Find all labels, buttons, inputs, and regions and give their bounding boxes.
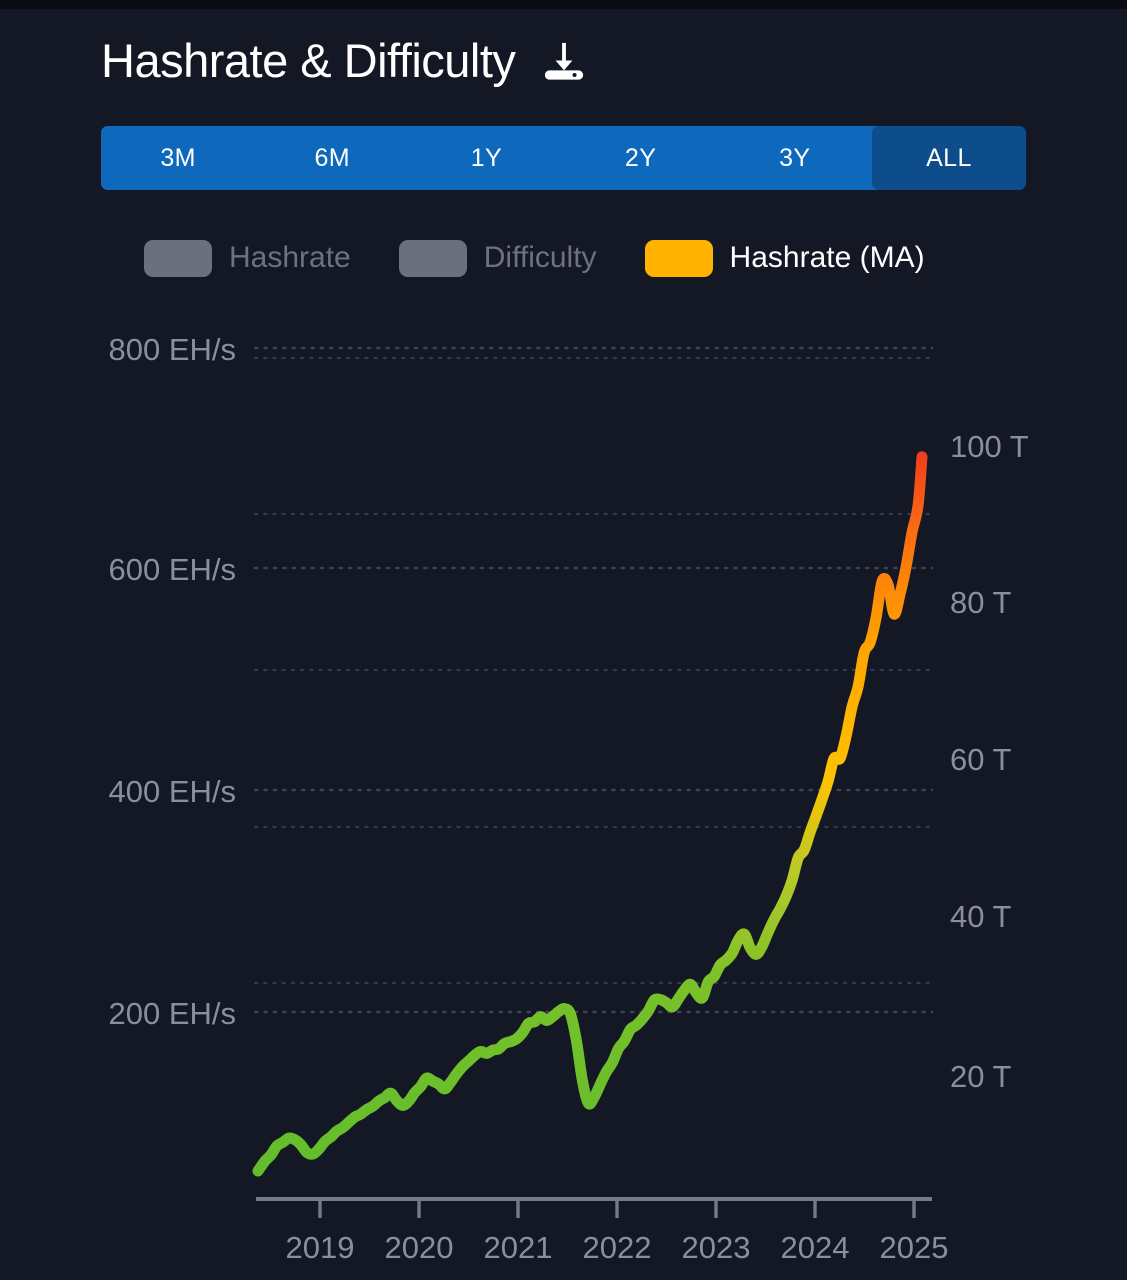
hashrate-difficulty-chart-page: Hashrate & Difficulty 3M 6M 1Y 2Y 3Y ALL… [0, 0, 1127, 1280]
x-tick-2021: 2021 [484, 1230, 553, 1265]
legend-item-hashrate[interactable]: Hashrate [144, 240, 351, 277]
x-tick-2024: 2024 [781, 1230, 850, 1265]
legend-item-difficulty[interactable]: Difficulty [399, 240, 597, 277]
y-tick-200: 200 EH/s [108, 996, 236, 1031]
x-tick-2020: 2020 [385, 1230, 454, 1265]
x-tick-2022: 2022 [583, 1230, 652, 1265]
page-title: Hashrate & Difficulty [101, 37, 515, 84]
range-tab-bar[interactable]: 3M 6M 1Y 2Y 3Y ALL [101, 126, 1026, 190]
gridlines-right [255, 358, 932, 983]
y-tick-600: 600 EH/s [108, 552, 236, 587]
chart-legend: Hashrate Difficulty Hashrate (MA) [144, 234, 925, 282]
y-tick-800: 800 EH/s [108, 332, 236, 367]
range-tab-6m[interactable]: 6M [255, 126, 409, 190]
y2-tick-100t: 100 T [950, 429, 1029, 464]
range-tab-1y[interactable]: 1Y [409, 126, 563, 190]
chart-svg[interactable]: 800 EH/s 600 EH/s 400 EH/s 200 EH/s 100 … [0, 300, 1127, 1280]
series-line-hashrate-ma [258, 457, 922, 1171]
legend-label-difficulty: Difficulty [484, 243, 597, 273]
legend-swatch-hashrate [144, 240, 212, 277]
y2-tick-40t: 40 T [950, 899, 1012, 934]
y-tick-400: 400 EH/s [108, 774, 236, 809]
y2-tick-20t: 20 T [950, 1059, 1012, 1094]
y-axis-right: 100 T 80 T 60 T 40 T 20 T [950, 429, 1029, 1094]
legend-item-hashrate-ma[interactable]: Hashrate (MA) [645, 240, 925, 277]
x-axis-labels: 2019 2020 2021 2022 2023 2024 2025 [286, 1230, 949, 1265]
y2-tick-60t: 60 T [950, 742, 1012, 777]
x-tick-2025: 2025 [880, 1230, 949, 1265]
chart-area[interactable]: 800 EH/s 600 EH/s 400 EH/s 200 EH/s 100 … [0, 300, 1127, 1280]
legend-label-hashrate: Hashrate [229, 243, 351, 273]
x-axis [256, 1199, 932, 1218]
download-icon[interactable] [541, 39, 587, 85]
gridlines-left [255, 348, 932, 1012]
page-header: Hashrate & Difficulty [101, 24, 587, 96]
x-tick-2019: 2019 [286, 1230, 355, 1265]
legend-swatch-difficulty [399, 240, 467, 277]
range-tab-2y[interactable]: 2Y [564, 126, 718, 190]
x-axis-ticks [320, 1199, 914, 1218]
range-tab-3m[interactable]: 3M [101, 126, 255, 190]
y2-tick-80t: 80 T [950, 585, 1012, 620]
range-tab-all[interactable]: ALL [872, 126, 1026, 190]
legend-swatch-hashrate-ma [645, 240, 713, 277]
y-axis-left: 800 EH/s 600 EH/s 400 EH/s 200 EH/s [108, 332, 236, 1031]
x-tick-2023: 2023 [682, 1230, 751, 1265]
legend-label-hashrate-ma: Hashrate (MA) [730, 243, 925, 273]
range-tab-3y[interactable]: 3Y [718, 126, 872, 190]
top-edge-strip [0, 0, 1127, 9]
